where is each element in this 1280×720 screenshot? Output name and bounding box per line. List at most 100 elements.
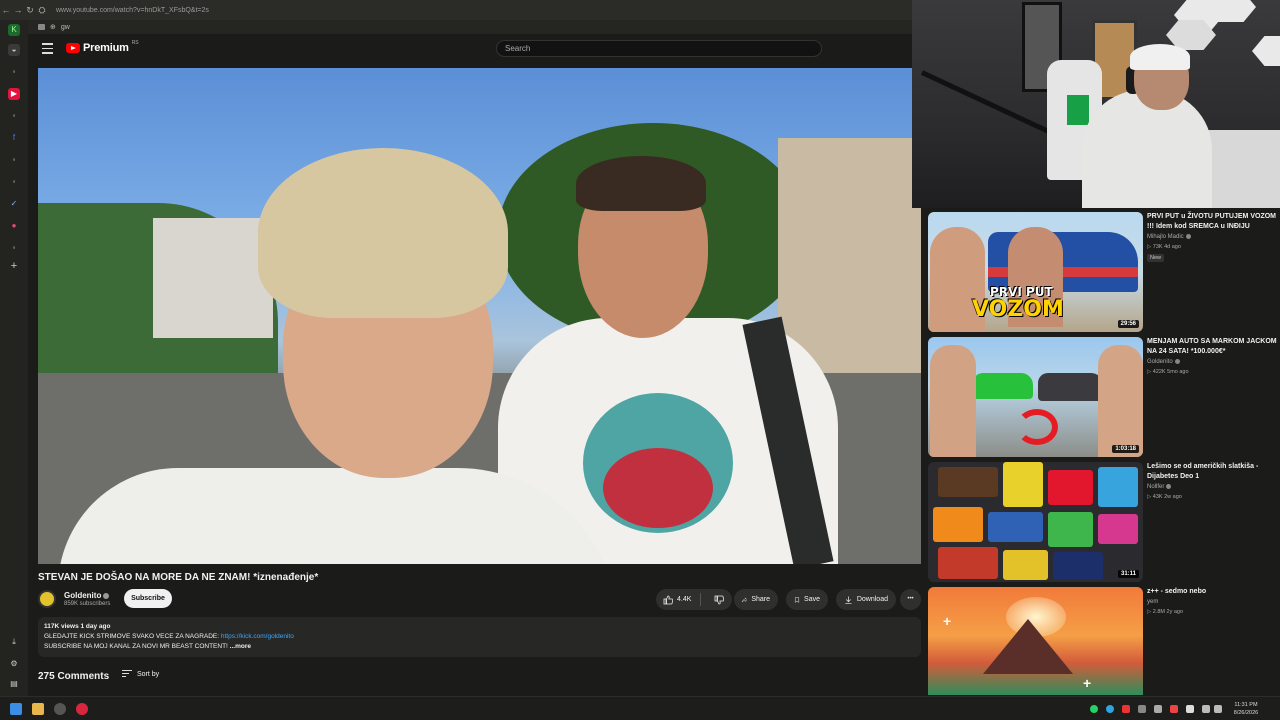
video-thumbnail[interactable]: + +	[928, 587, 1143, 695]
recommended-channel[interactable]: yem	[1147, 599, 1158, 605]
verified-icon	[1166, 484, 1172, 489]
recommended-title[interactable]: Lešimo se od američkih slatkiša - Dijabe…	[1147, 462, 1277, 482]
video-thumbnail[interactable]: 31:11	[928, 462, 1143, 582]
dislike-button[interactable]	[705, 589, 732, 610]
video-thumbnail[interactable]: PRVI PUT VOZOM 29:56	[928, 212, 1143, 332]
taskbar: 11:31 PM 8/26/2026	[0, 696, 1280, 720]
show-more-link[interactable]: ...more	[230, 643, 251, 650]
app-icon[interactable]: ●	[8, 220, 20, 232]
recommended-video[interactable]: PRVI PUT VOZOM 29:56 PRVI PUT u ŽIVOTU P…	[928, 212, 1280, 332]
opera-icon[interactable]	[76, 703, 88, 715]
verified-icon	[1174, 359, 1180, 364]
tray-app-icon[interactable]	[1122, 705, 1130, 713]
thumbnail-text-line: VOZOM	[972, 297, 1064, 322]
sort-icon	[122, 670, 132, 679]
bookmark-item[interactable]: gw	[61, 24, 70, 31]
tray-app-icon[interactable]	[1154, 705, 1162, 713]
telegram-icon[interactable]	[1106, 705, 1114, 713]
video-thumbnail[interactable]: 1:03:18	[928, 337, 1143, 457]
recommended-meta: ▷ 73K 4d ago	[1147, 244, 1181, 250]
recommended-title[interactable]: PRVI PUT u ŽIVOTU PUTUJEM VOZOM !!! Idem…	[1147, 212, 1277, 232]
sort-by-button[interactable]: Sort by	[122, 670, 159, 679]
download-button[interactable]: Download	[836, 589, 896, 610]
url-field[interactable]: www.youtube.com/watch?v=hnDkT_XFsbQ&t=2s	[56, 7, 209, 14]
facebook-icon[interactable]: f	[8, 132, 20, 144]
recommended-video[interactable]: 1:03:18 MENJAM AUTO SA MARKOM JACKOM NA …	[928, 337, 1280, 457]
tab-icon[interactable]: ◒	[8, 44, 20, 56]
share-icon	[742, 596, 748, 602]
hamburger-menu-icon[interactable]	[42, 43, 53, 54]
kick-link[interactable]: https://kick.com/goldenito	[221, 633, 294, 640]
channel-name-text[interactable]: Goldenito	[64, 591, 101, 600]
bookmark-globe-icon: ⊕	[50, 24, 56, 31]
back-arrow-icon[interactable]: ←	[0, 5, 12, 15]
share-label: Share	[751, 596, 770, 603]
video-player[interactable]	[38, 68, 921, 564]
volume-icon[interactable]	[1214, 705, 1222, 713]
kick-icon[interactable]: K	[8, 24, 20, 36]
network-icon[interactable]	[1202, 705, 1210, 713]
panel-icon[interactable]: ▤	[8, 678, 20, 690]
channel-name-text[interactable]: Mihajlo Madic	[1147, 234, 1184, 240]
extension-icon[interactable]: ◦	[8, 66, 20, 78]
bookmark-folder-icon	[38, 24, 45, 30]
check-icon[interactable]: ✓	[8, 198, 20, 210]
youtube-header: Premium RS Search	[28, 34, 912, 66]
like-divider	[700, 593, 702, 606]
file-explorer-icon[interactable]	[32, 703, 44, 715]
tray-app-icon[interactable]	[1138, 705, 1146, 713]
channel-name-text[interactable]: Nollfer	[1147, 484, 1164, 490]
view-stats: 117K views 1 day ago	[44, 623, 111, 630]
thumbnail-text: PRVI PUT VOZOM	[972, 286, 1064, 322]
description-box[interactable]: 117K views 1 day ago GLEDAJTE KICK STRIM…	[38, 617, 921, 657]
recommended-video[interactable]: + + z++ - sedmo nebo yem ▷ 2.8M 2y ago	[928, 587, 1280, 695]
channel-name[interactable]: Goldenito	[64, 591, 110, 600]
recommended-video[interactable]: 31:11 Lešimo se od američkih slatkiša - …	[928, 462, 1280, 582]
video-duration: 31:11	[1117, 570, 1139, 578]
new-badge: New	[1147, 254, 1165, 262]
app-icon[interactable]: ◦	[8, 242, 20, 254]
recommended-title[interactable]: MENJAM AUTO SA MARKOM JACKOM NA 24 SATA!…	[1147, 337, 1277, 357]
search-input[interactable]: Search	[496, 40, 822, 57]
recommended-channel[interactable]: Mihajlo Madic	[1147, 234, 1191, 240]
reload-icon[interactable]: ↻	[24, 5, 36, 16]
like-button[interactable]: 4.4K	[656, 589, 696, 610]
verified-icon	[1185, 234, 1191, 239]
add-icon[interactable]: +	[8, 260, 20, 272]
settings-icon[interactable]: ⚙	[8, 658, 20, 670]
recommended-title[interactable]: z++ - sedmo nebo	[1147, 587, 1277, 597]
more-dots-icon: •••	[907, 596, 914, 602]
app-icon[interactable]: ◦	[8, 176, 20, 188]
youtube-premium-logo[interactable]: Premium RS	[66, 40, 139, 54]
subscribe-button[interactable]: Subscribe	[124, 589, 172, 608]
app-icon[interactable]: ◦	[8, 154, 20, 166]
whatsapp-icon[interactable]	[1090, 705, 1098, 713]
save-button[interactable]: Save	[786, 589, 828, 610]
recommended-meta: ▷ 43K 2w ago	[1147, 494, 1182, 500]
browser-app-icon[interactable]	[54, 703, 66, 715]
swap-arrows-icon	[1016, 409, 1058, 445]
share-button[interactable]: Share	[734, 589, 778, 610]
download-icon[interactable]: ⤓	[8, 636, 20, 648]
app-icon[interactable]: ◦	[8, 110, 20, 122]
bookmark-bar: ⊕ gw	[28, 20, 912, 34]
system-clock[interactable]: 11:31 PM 8/26/2026	[1226, 701, 1266, 717]
recommended-channel[interactable]: Goldenito	[1147, 359, 1180, 365]
recommended-meta: ▷ 422K 5mo ago	[1147, 369, 1189, 375]
youtube-play-icon	[66, 43, 80, 53]
more-actions-button[interactable]: •••	[900, 589, 921, 610]
recommended-channel[interactable]: Nollfer	[1147, 484, 1172, 490]
sparkle-icon: +	[943, 613, 952, 629]
youtube-tab-icon[interactable]: ▶	[8, 88, 20, 100]
forward-arrow-icon[interactable]: →	[12, 5, 24, 15]
tray-app-icon[interactable]	[1170, 705, 1178, 713]
channel-name-text[interactable]: Goldenito	[1147, 359, 1173, 365]
tray-app-icon[interactable]	[1186, 705, 1194, 713]
channel-avatar[interactable]	[38, 590, 56, 608]
logo-region: RS	[131, 40, 139, 46]
subscriber-count: 859K subscribers	[64, 601, 111, 607]
description-line-2: SUBSCRIBE NA MOJ KANAL ZA NOVI MR BEAST …	[44, 642, 915, 652]
clock-time: 11:31 PM	[1234, 702, 1258, 708]
windows-start-icon[interactable]	[10, 703, 22, 715]
site-info-icon[interactable]: ⛭	[36, 5, 48, 16]
